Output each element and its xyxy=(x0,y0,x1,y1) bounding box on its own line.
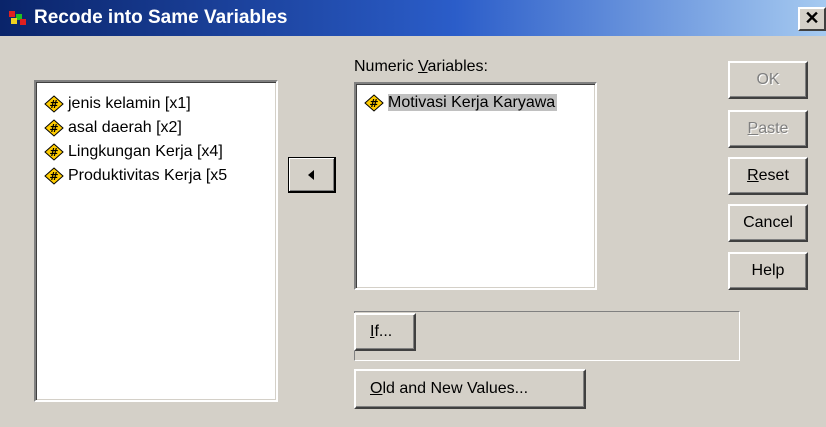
numeric-variables-list[interactable]: # Motivasi Kerja Karyawa xyxy=(354,82,597,290)
ok-button[interactable]: OK xyxy=(728,61,808,99)
reset-label: Reset xyxy=(747,167,789,184)
if-button[interactable]: If... xyxy=(354,313,416,351)
old-and-new-values-label: Old and New Values... xyxy=(370,380,529,397)
list-item[interactable]: # Lingkungan Kerja [x4] xyxy=(36,140,276,164)
svg-text:#: # xyxy=(49,122,58,135)
help-button[interactable]: Help xyxy=(728,252,808,290)
variable-label: Produktivitas Kerja [x5 xyxy=(68,167,228,184)
variable-label: jenis kelamin [x1] xyxy=(68,95,191,112)
source-variable-list[interactable]: # jenis kelamin [x1] # asal daerah [x2] … xyxy=(34,80,278,402)
numeric-variable-icon: # xyxy=(44,143,64,161)
paste-button[interactable]: Paste xyxy=(728,110,808,148)
cancel-label: Cancel xyxy=(743,214,793,231)
svg-text:#: # xyxy=(49,146,58,159)
variable-label: Motivasi Kerja Karyawa xyxy=(388,94,558,111)
variable-label: asal daerah [x2] xyxy=(68,119,182,136)
spss-app-icon xyxy=(9,11,26,25)
close-button[interactable]: ✕ xyxy=(798,7,826,31)
svg-text:#: # xyxy=(49,170,58,183)
arrow-left-icon xyxy=(307,169,314,180)
svg-text:#: # xyxy=(369,97,378,110)
numeric-variable-icon: # xyxy=(44,119,64,137)
ok-label: OK xyxy=(756,71,780,88)
window-title: Recode into Same Variables xyxy=(34,7,288,28)
if-label: If... xyxy=(370,323,393,340)
numeric-variable-icon: # xyxy=(44,167,64,185)
list-item[interactable]: # asal daerah [x2] xyxy=(36,116,276,140)
close-icon: ✕ xyxy=(804,8,820,28)
move-variable-button[interactable] xyxy=(288,157,336,193)
reset-button[interactable]: Reset xyxy=(728,157,808,195)
numeric-variable-icon: # xyxy=(44,95,64,113)
list-item[interactable]: # jenis kelamin [x1] xyxy=(36,92,276,116)
variable-label: Lingkungan Kerja [x4] xyxy=(68,143,223,160)
numeric-variables-label: Numeric Variables: xyxy=(354,58,488,75)
help-label: Help xyxy=(751,262,785,279)
paste-label: Paste xyxy=(747,120,789,137)
numeric-variable-icon: # xyxy=(364,94,384,112)
list-item[interactable]: # Produktivitas Kerja [x5 xyxy=(36,164,276,188)
list-item-selected[interactable]: # Motivasi Kerja Karyawa xyxy=(356,91,595,115)
title-bar[interactable]: Recode into Same Variables ✕ xyxy=(0,0,826,36)
svg-text:#: # xyxy=(49,98,58,111)
old-and-new-values-button[interactable]: Old and New Values... xyxy=(354,369,586,409)
cancel-button[interactable]: Cancel xyxy=(728,204,808,242)
